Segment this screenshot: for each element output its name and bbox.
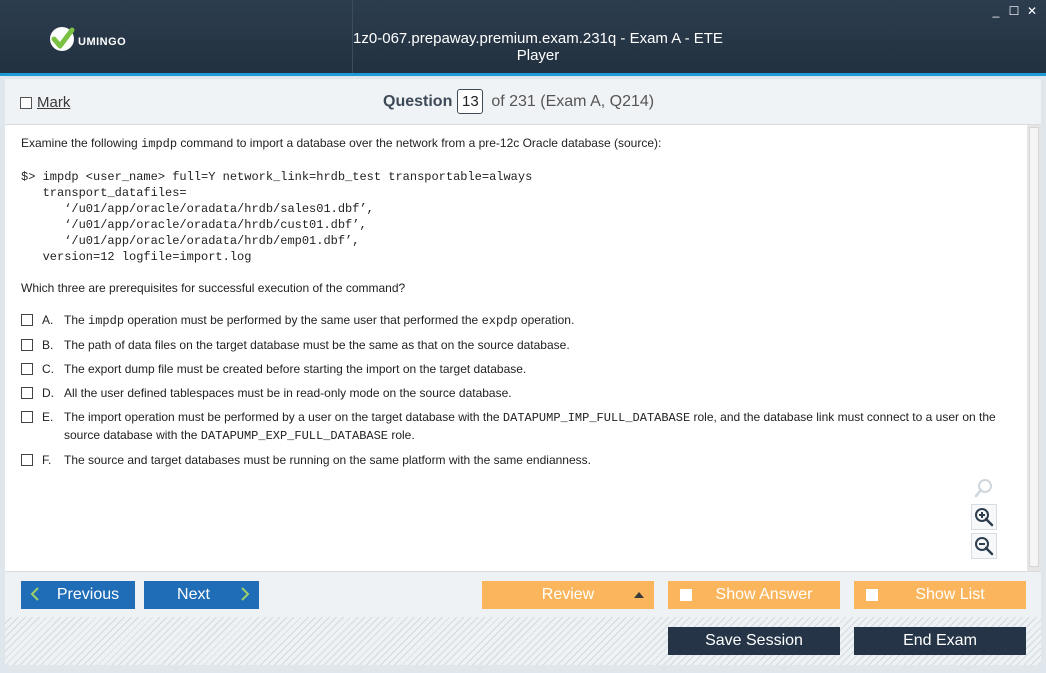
previous-label: Previous [56,586,120,603]
content-scrollbar[interactable] [1027,125,1041,571]
close-button[interactable]: ✕ [1026,4,1038,18]
title-bar: UMINGO 1z0-067.prepaway.premium.exam.231… [0,0,1046,76]
end-exam-label: End Exam [903,632,977,649]
stem-text-before: Examine the following [21,136,142,150]
logo-text: UMINGO [78,36,127,48]
option-checkbox[interactable] [21,314,33,326]
question-number-input[interactable]: 13 [457,89,484,114]
bottom-bar: Save Session End Exam [5,617,1041,665]
zoom-out-icon[interactable] [971,533,997,559]
option-text: The path of data files on the target dat… [64,338,570,352]
maximize-button[interactable]: ☐ [1008,4,1020,18]
option-text-part: role. [388,428,415,442]
option-letter: B. [42,338,54,352]
option-text-part: operation must be performed by the same … [124,313,482,327]
option-b[interactable]: B. The path of data files on the target … [21,337,1021,354]
minimize-button[interactable]: _ [990,4,1002,18]
previous-button[interactable]: Previous [21,581,135,609]
review-label: Review [541,586,595,603]
mark-checkbox-box[interactable] [20,96,32,109]
navigation-bar: Previous Next Review Show Answer Show Li… [5,571,1041,617]
mark-checkbox[interactable]: Mark [20,94,70,111]
option-code: DATAPUMP_IMP_FULL_DATABASE [502,411,691,425]
option-checkbox[interactable] [21,363,33,375]
option-text: The impdp operation must be performed by… [64,312,1021,330]
option-code: DATAPUMP_EXP_FULL_DATABASE [200,429,388,443]
stem-command: impdp [141,137,178,151]
zoom-tools [971,475,1001,562]
answer-options: A. The impdp operation must be performed… [21,312,1021,476]
option-letter: D. [42,386,54,400]
question-bar: Mark Question 13 of 231 (Exam A, Q214) [5,79,1041,125]
show-answer-button[interactable]: Show Answer [668,581,840,609]
option-text: The export dump file must be created bef… [64,362,527,376]
option-checkbox[interactable] [21,454,33,466]
option-letter: F. [42,453,52,467]
show-list-label: Show List [915,586,985,603]
chevron-right-icon [240,585,250,606]
option-a[interactable]: A. The impdp operation must be performed… [21,312,1021,330]
option-code: impdp [88,314,125,328]
review-button[interactable]: Review [482,581,654,609]
option-text: The source and target databases must be … [64,453,591,467]
show-list-button[interactable]: Show List [854,581,1026,609]
option-checkbox[interactable] [21,339,33,351]
mark-label[interactable]: Mark [37,94,70,111]
option-text: All the user defined tablespaces must be… [64,386,512,400]
window-title: 1z0-067.prepaway.premium.exam.231q - Exa… [353,30,723,64]
option-text-part: operation. [517,313,575,327]
next-button[interactable]: Next [144,581,259,609]
question-stem: Examine the following impdp command to i… [21,136,661,151]
option-checkbox[interactable] [21,387,33,399]
question-word: Question [383,92,453,110]
zoom-in-icon[interactable] [971,504,997,530]
save-session-label: Save Session [705,632,803,649]
option-f[interactable]: F. The source and target databases must … [21,452,1021,469]
save-session-button[interactable]: Save Session [668,627,840,655]
option-text-part: The [64,313,89,327]
scrollbar-thumb[interactable] [1029,127,1039,567]
app-logo: UMINGO [48,24,126,54]
option-c[interactable]: C. The export dump file must be created … [21,361,1021,378]
option-letter: A. [42,313,54,327]
vumingo-check-logo [48,25,76,53]
option-e[interactable]: E. The import operation must be performe… [21,409,1021,445]
search-icon[interactable] [971,475,997,501]
show-answer-label: Show Answer [715,586,813,603]
chevron-left-icon [30,585,40,606]
next-label: Next [177,586,210,603]
question-content: Examine the following impdp command to i… [5,125,1041,571]
question-text: Which three are prerequisites for succes… [21,281,406,295]
end-exam-button[interactable]: End Exam [854,627,1026,655]
show-list-checkbox[interactable] [866,589,878,601]
option-code: expdp [481,314,518,328]
option-text-part: The import operation must be performed b… [64,410,503,424]
option-letter: E. [42,410,54,424]
option-d[interactable]: D. All the user defined tablespaces must… [21,385,1021,402]
window-controls: _ ☐ ✕ [990,4,1038,18]
triangle-up-icon [634,592,644,598]
question-total: of 231 (Exam A, Q214) [491,92,655,110]
option-checkbox[interactable] [21,411,33,423]
code-block: $> impdp <user_name> full=Y network_link… [21,170,533,264]
question-number: Question 13 of 231 (Exam A, Q214) [383,89,654,114]
option-letter: C. [42,362,54,376]
show-answer-checkbox[interactable] [680,589,692,601]
stem-text-after: command to import a database over the ne… [177,136,662,150]
option-text: The import operation must be performed b… [64,409,1021,445]
